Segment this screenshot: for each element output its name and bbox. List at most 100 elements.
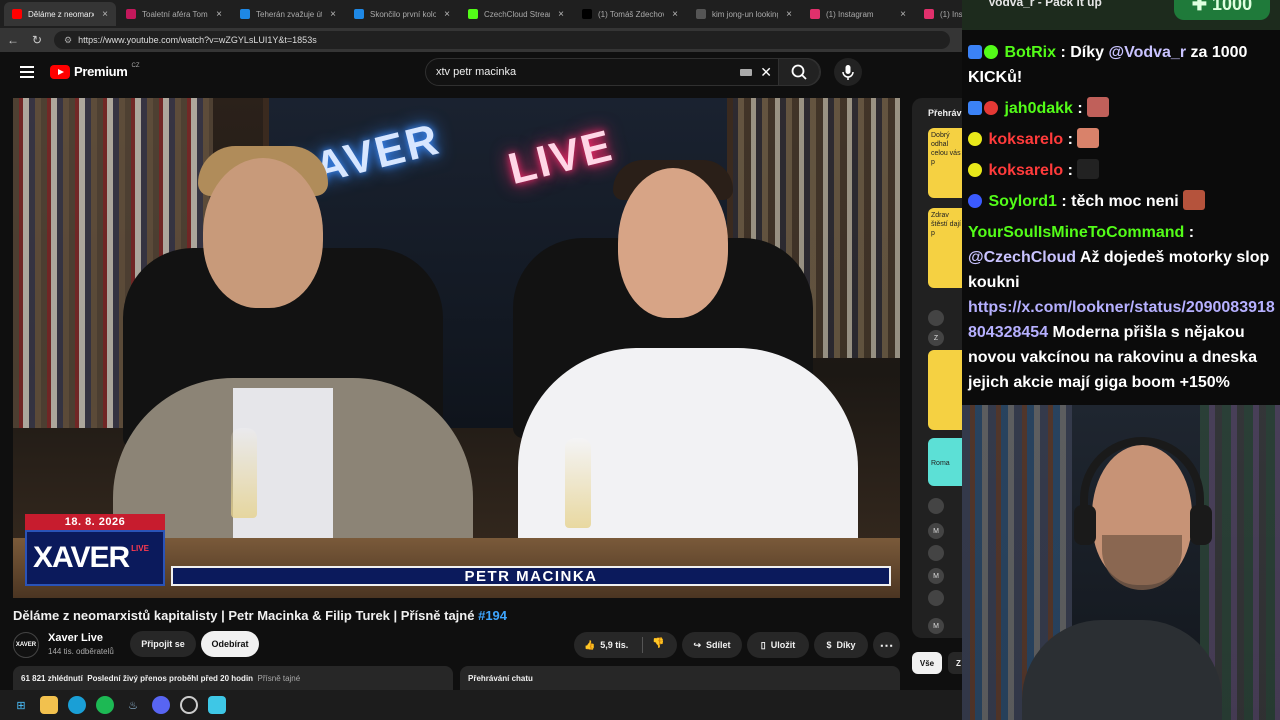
site-info-icon[interactable]: ⚙ xyxy=(64,35,72,46)
chat-filter-other[interactable]: Z xyxy=(948,652,962,674)
alert-amount: ✚ 1000 xyxy=(1174,0,1270,20)
screen: Děláme z neomarxistů×Toaletní aféra Tomi… xyxy=(0,0,1280,720)
notepad-icon[interactable] xyxy=(208,696,226,714)
sub-badge-icon xyxy=(968,163,982,177)
chat-filter-all[interactable]: Vše xyxy=(912,652,942,674)
file-explorer-icon[interactable] xyxy=(40,696,58,714)
tab-favicon-icon xyxy=(810,9,820,19)
tab-title: (1) Instagram xyxy=(826,9,874,19)
browser-tab[interactable]: CzechCloud Stream × xyxy=(460,2,572,26)
join-button[interactable]: Připojit se xyxy=(130,631,196,657)
super-chat-card: Zdrav štěstí dají p xyxy=(928,208,962,288)
super-chat-card: Dobrý odhal celou vás p xyxy=(928,128,962,198)
url-field[interactable]: ⚙ https://www.youtube.com/watch?v=wZGYLs… xyxy=(54,31,950,49)
obs-icon[interactable] xyxy=(180,696,198,714)
tab-favicon-icon xyxy=(468,9,478,19)
browser-tab[interactable]: kim jong-un looking × xyxy=(688,2,800,26)
chat-overlay: BotRix : Díky @Vodva_r za 1000 KICKů! ja… xyxy=(968,40,1278,401)
youtube-logo[interactable]: Premium CZ xyxy=(50,63,140,79)
menu-icon[interactable] xyxy=(20,66,34,78)
donation-alert: Vodva_r - Pack it up ✚ 1000 xyxy=(962,0,1280,30)
tab-close-icon[interactable]: × xyxy=(330,9,336,20)
voice-search-button[interactable] xyxy=(834,58,862,86)
super-chat-prefix: Roma xyxy=(931,460,950,468)
description-box[interactable]: 61 821 zhlédnutí Poslední živý přenos pr… xyxy=(13,666,453,690)
browser-tab[interactable]: Teherán zvažuje útok × xyxy=(232,2,344,26)
thanks-button[interactable]: $ Díky xyxy=(814,632,868,658)
view-count: 61 821 zhlédnutí xyxy=(21,674,83,683)
chat-avatar: Z xyxy=(928,330,944,346)
emote-icon xyxy=(1087,97,1110,117)
browser-tab[interactable]: Skončilo první kolo × xyxy=(346,2,458,26)
keyboard-icon[interactable] xyxy=(740,69,752,76)
emote-icon xyxy=(1183,190,1206,210)
search-button[interactable] xyxy=(778,58,820,86)
description-tag[interactable]: Přísně tajné xyxy=(258,674,301,683)
logo-live-tag: LIVE xyxy=(131,544,149,553)
browser-tab[interactable]: (1) Instagr× xyxy=(916,2,962,26)
save-button[interactable]: ▯ Uložit xyxy=(747,632,809,658)
more-actions-button[interactable]: ⋯ xyxy=(873,632,900,658)
tab-close-icon[interactable]: × xyxy=(444,9,450,20)
kick-icon: ✚ xyxy=(1191,0,1208,14)
video-title: Děláme z neomarxistů kapitalisty | Petr … xyxy=(13,608,507,623)
tab-favicon-icon xyxy=(924,9,934,19)
spotify-icon[interactable] xyxy=(96,696,114,714)
tab-favicon-icon xyxy=(354,9,364,19)
tab-close-icon[interactable]: × xyxy=(672,9,678,20)
tab-favicon-icon xyxy=(12,9,22,19)
bot-badge-icon xyxy=(968,101,982,115)
browser-tab[interactable]: (1) Tomáš Zdechovsk × xyxy=(574,2,686,26)
chat-mention: @CzechCloud xyxy=(968,249,1077,266)
chat-username: Soylord1 xyxy=(988,193,1057,210)
tab-title: (1) Tomáš Zdechovsk xyxy=(598,9,664,19)
gift-badge-icon xyxy=(984,101,998,115)
headphone-earcup xyxy=(1190,505,1212,545)
tab-title: (1) Instagr xyxy=(940,9,962,19)
tab-close-icon[interactable]: × xyxy=(558,9,564,20)
chat-username: BotRix xyxy=(1004,44,1057,61)
chat-replay-header[interactable]: Přehrávání chatu xyxy=(460,666,900,690)
chat-avatar: M xyxy=(928,523,944,539)
channel-avatar[interactable]: XAVER xyxy=(13,632,39,658)
browser-tab[interactable]: Toaletní aféra Tomia × xyxy=(118,2,230,26)
reload-icon[interactable]: ↻ xyxy=(30,33,44,47)
clear-search-icon[interactable]: ✕ xyxy=(760,64,772,81)
alert-action: Pack it up xyxy=(1045,0,1102,9)
tab-close-icon[interactable]: × xyxy=(786,9,792,20)
microphone-icon xyxy=(842,65,854,80)
headphones-icon xyxy=(1080,437,1204,527)
steam-icon[interactable]: ♨ xyxy=(124,696,142,714)
back-icon[interactable]: ← xyxy=(6,33,20,47)
thanks-label: Díky xyxy=(836,640,856,650)
save-label: Uložit xyxy=(770,640,796,650)
sub-badge-icon xyxy=(968,132,982,146)
tab-favicon-icon xyxy=(696,9,706,19)
tab-close-icon[interactable]: × xyxy=(216,9,222,20)
subscribe-button[interactable]: Odebírat xyxy=(201,631,259,657)
video-hashtag[interactable]: #194 xyxy=(478,608,507,623)
edge-icon[interactable] xyxy=(68,696,86,714)
share-button[interactable]: ↪ Sdílet xyxy=(682,632,742,658)
search-box[interactable]: xtv petr macinka ✕ xyxy=(425,58,821,86)
guest-right-face xyxy=(618,168,728,318)
chat-message: BotRix : Díky @Vodva_r za 1000 KICKů! xyxy=(968,44,1248,86)
chat-text: těch moc neni xyxy=(1071,193,1179,210)
stream-overlay: Vodva_r - Pack it up ✚ 1000 BotRix : Dík… xyxy=(962,0,1280,720)
chat-text: Díky xyxy=(1070,44,1109,61)
logo-brand: XAVER xyxy=(33,541,130,574)
search-input[interactable]: xtv petr macinka xyxy=(436,66,516,78)
channel-name[interactable]: Xaver Live xyxy=(48,632,103,644)
tab-close-icon[interactable]: × xyxy=(102,9,108,20)
browser-tab[interactable]: (1) Instagram × xyxy=(802,2,914,26)
video-player[interactable]: XAVER LIVE 18. 8. 2026 XAVER LIVE PETR M… xyxy=(13,98,900,598)
windows-icon[interactable]: ⊞ xyxy=(12,696,30,714)
guest-left-face xyxy=(203,158,323,308)
thumbs-down-icon[interactable]: 👎 xyxy=(652,638,664,649)
browser-tab[interactable]: Děláme z neomarxistů × xyxy=(4,2,116,26)
share-icon: ↪ xyxy=(693,639,702,650)
discord-icon[interactable] xyxy=(152,696,170,714)
tab-title: Toaletní aféra Tomia xyxy=(142,9,209,19)
tab-close-icon[interactable]: × xyxy=(900,9,906,20)
like-button[interactable]: 👍 5,9 tis. 👎 xyxy=(574,632,677,658)
